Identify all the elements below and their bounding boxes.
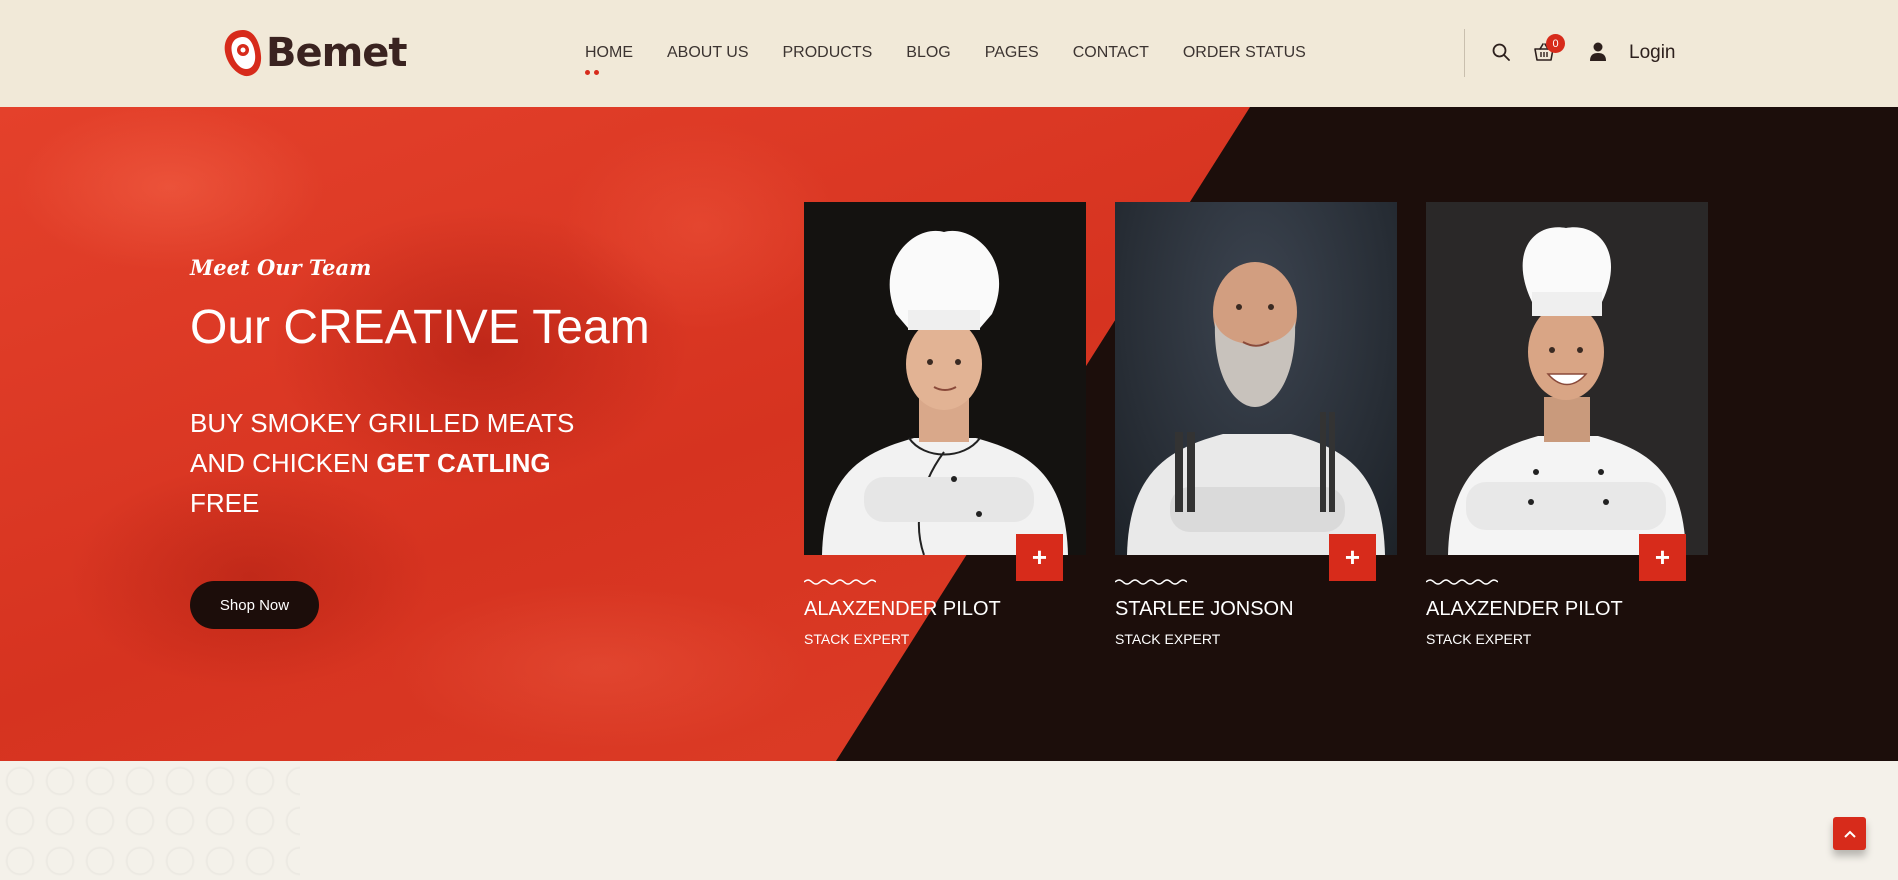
nav-label: HOME xyxy=(585,44,633,61)
team-card: + ALAXZENDER PILOT STACK EXPERT xyxy=(804,202,1086,647)
nav-label: ABOUT US xyxy=(667,44,749,61)
cart-button[interactable]: 0 xyxy=(1534,34,1565,61)
nav-item-products[interactable]: PRODUCTS xyxy=(783,44,873,62)
site-header: Bemet HOME ABOUT US PRODUCTS BLOG PAGES … xyxy=(0,0,1898,107)
nav-item-pages[interactable]: PAGES xyxy=(985,44,1039,62)
chef-photo xyxy=(1115,202,1397,555)
team-member-name: STARLEE JONSON xyxy=(1115,598,1294,620)
search-icon[interactable] xyxy=(1492,43,1510,61)
logo-text: Bemet xyxy=(266,30,408,76)
team-hero-section: Meet Our Team Our CREATIVE Team BUY SMOK… xyxy=(0,107,1898,761)
steak-logo-icon xyxy=(224,30,262,77)
next-section xyxy=(0,761,1898,880)
nav-label: PAGES xyxy=(984,44,1039,61)
hero-title: Our CREATIVE Team xyxy=(190,301,650,354)
scroll-to-top-button[interactable] xyxy=(1833,817,1866,850)
user-icon[interactable] xyxy=(1589,42,1607,62)
chevron-up-icon xyxy=(1843,830,1856,838)
team-member-role: STACK EXPERT xyxy=(1115,631,1221,647)
wave-divider-icon xyxy=(1426,579,1498,585)
plus-button[interactable]: + xyxy=(1016,534,1063,581)
hero-text-block: Meet Our Team Our CREATIVE Team BUY SMOK… xyxy=(190,255,690,523)
team-member-role: STACK EXPERT xyxy=(804,631,910,647)
nav-label: CONTACT xyxy=(1072,44,1149,61)
plus-button[interactable]: + xyxy=(1329,534,1376,581)
decorative-pattern xyxy=(0,761,300,880)
cart-count-badge: 0 xyxy=(1546,34,1565,53)
tagline-text: FREE xyxy=(190,488,260,518)
login-link[interactable]: Login xyxy=(1629,42,1676,64)
shop-now-button[interactable]: Shop Now xyxy=(190,581,319,629)
nav-item-about-us[interactable]: ABOUT US xyxy=(667,44,749,62)
plus-button[interactable]: + xyxy=(1639,534,1686,581)
wave-divider-icon xyxy=(1115,579,1187,585)
team-card: + STARLEE JONSON STACK EXPERT xyxy=(1115,202,1397,647)
nav-item-order-status[interactable]: ORDER STATUS xyxy=(1183,44,1306,62)
main-nav: HOME ABOUT US PRODUCTS BLOG PAGES CONTAC… xyxy=(585,44,1340,75)
nav-label: ORDER STATUS xyxy=(1182,44,1306,61)
nav-label: PRODUCTS xyxy=(782,44,873,61)
hero-tagline: BUY SMOKEY GRILLED MEATS AND CHICKEN GET… xyxy=(190,403,610,523)
logo[interactable]: Bemet xyxy=(222,28,408,78)
team-card: + ALAXZENDER PILOT STACK EXPERT xyxy=(1426,202,1708,647)
chef-photo xyxy=(1426,202,1708,555)
team-member-name: ALAXZENDER PILOT xyxy=(1426,598,1623,620)
chef-photo xyxy=(804,202,1086,555)
nav-label: BLOG xyxy=(906,44,951,61)
wave-divider-icon xyxy=(804,579,876,585)
nav-item-blog[interactable]: BLOG xyxy=(906,44,950,62)
active-indicator xyxy=(585,70,599,75)
nav-item-home[interactable]: HOME xyxy=(585,44,633,75)
hero-subtitle: Meet Our Team xyxy=(190,255,372,280)
header-divider xyxy=(1464,29,1465,77)
team-member-role: STACK EXPERT xyxy=(1426,631,1532,647)
team-member-name: ALAXZENDER PILOT xyxy=(804,598,1001,620)
nav-item-contact[interactable]: CONTACT xyxy=(1073,44,1149,62)
tagline-bold: GET CATLING xyxy=(376,448,551,478)
